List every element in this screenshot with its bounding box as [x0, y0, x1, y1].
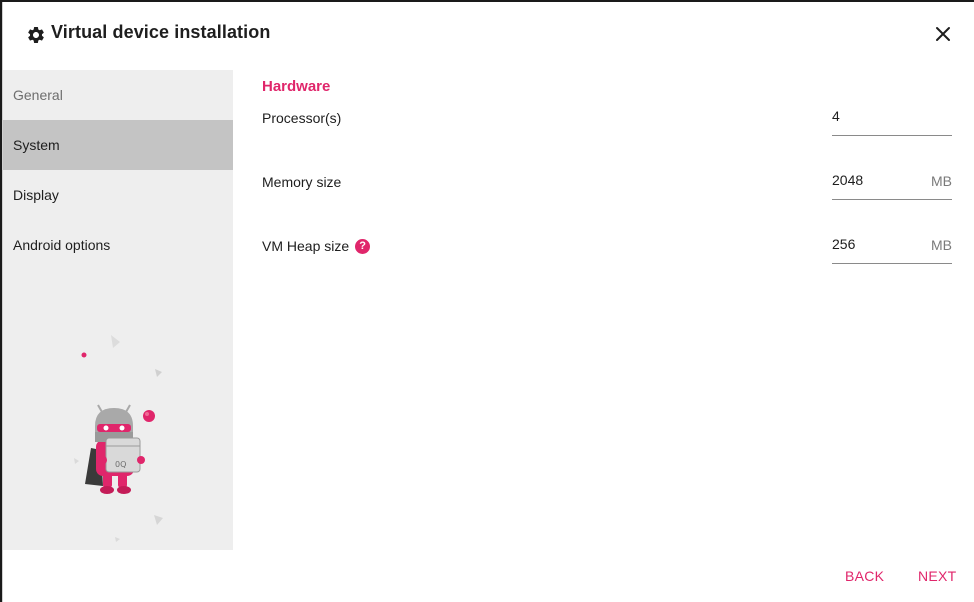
processors-row: Processor(s): [262, 102, 952, 142]
vm-heap-size-row: VM Heap size ? MB: [262, 230, 952, 270]
dialog-title: Virtual device installation: [51, 22, 271, 42]
sidebar-item-general[interactable]: General: [3, 70, 233, 120]
wizard-sidebar: General System Display Android options 0…: [3, 70, 233, 550]
android-robot-illustration: 0Q: [74, 335, 163, 542]
dialog-header: Virtual device installation: [3, 2, 974, 70]
svg-text:0Q: 0Q: [115, 460, 126, 469]
memory-size-label: Memory size: [262, 174, 342, 190]
vm-heap-size-label-group: VM Heap size ?: [262, 238, 371, 254]
hardware-settings-panel: Hardware Processor(s) Memory size MB VM …: [262, 78, 952, 264]
memory-size-row: Memory size MB: [262, 166, 952, 206]
vm-heap-size-label: VM Heap size: [262, 238, 350, 254]
question-icon[interactable]: ?: [355, 238, 371, 254]
next-button[interactable]: NEXT: [918, 568, 957, 584]
vm-heap-size-field: MB: [832, 230, 952, 264]
vm-heap-size-unit: MB: [931, 237, 952, 253]
processors-field: [832, 102, 952, 136]
processors-input[interactable]: [832, 106, 922, 126]
section-title-hardware: Hardware: [262, 78, 331, 95]
virtual-device-dialog: Virtual device installation General Syst…: [2, 2, 974, 602]
back-button[interactable]: BACK: [845, 568, 884, 584]
gear-icon: [28, 26, 44, 43]
sidebar-item-display[interactable]: Display: [3, 170, 233, 220]
vm-heap-size-input[interactable]: [832, 234, 922, 254]
memory-size-input[interactable]: [832, 170, 922, 190]
memory-size-unit: MB: [931, 173, 952, 189]
memory-size-field: MB: [832, 166, 952, 200]
sidebar-item-android-options[interactable]: Android options: [3, 220, 233, 270]
sidebar-item-system[interactable]: System: [3, 120, 233, 170]
processors-label: Processor(s): [262, 110, 342, 126]
close-icon[interactable]: [934, 25, 952, 43]
